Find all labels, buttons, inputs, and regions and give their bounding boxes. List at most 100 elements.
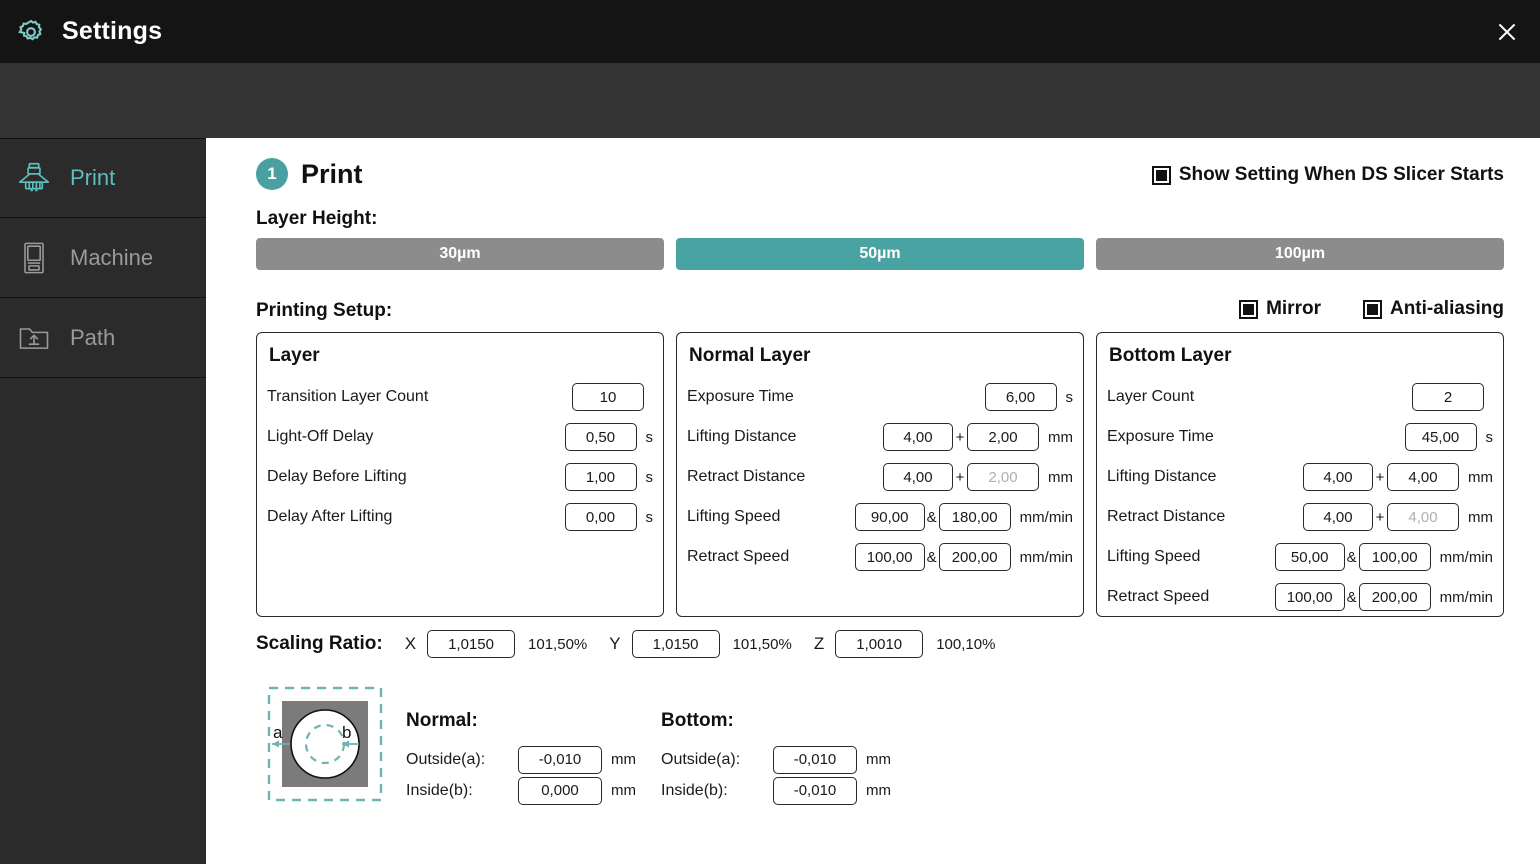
value-input[interactable]: 45,00 <box>1404 423 1477 451</box>
checkbox-box[interactable] <box>1151 165 1171 185</box>
checkbox-box[interactable] <box>1362 299 1382 319</box>
field-unit: mm <box>611 782 636 799</box>
layer-height-option-100[interactable]: 100µm <box>1096 238 1504 270</box>
field-values: 0,50 s <box>564 423 654 451</box>
compensation-normal-title: Normal: <box>406 710 478 731</box>
field-unit: s <box>645 428 654 446</box>
field-values: 45,00 s <box>1404 423 1493 451</box>
operator: & <box>926 548 937 566</box>
checkbox-label: Anti-aliasing <box>1389 298 1504 319</box>
field-label: Retract Distance <box>1107 508 1226 525</box>
value-input-2[interactable]: 200,00 <box>1358 583 1431 611</box>
mirror-checkbox[interactable]: Mirror <box>1239 298 1321 320</box>
layer-height-options: 30µm 50µm 100µm <box>256 238 1504 270</box>
field-exposure-time: Exposure Time 45,00 s <box>1107 417 1493 457</box>
anti-aliasing-checkbox[interactable]: Anti-aliasing <box>1362 298 1504 320</box>
field-label: Light-Off Delay <box>267 428 374 445</box>
field-unit: mm/min <box>1019 508 1073 526</box>
value-input-2[interactable]: 180,00 <box>938 503 1011 531</box>
value-input-1[interactable]: 4,00 <box>883 423 953 451</box>
main-content: 1 Print Show Setting When DS Slicer Star… <box>206 138 1540 864</box>
value-input-1[interactable]: 4,00 <box>883 463 953 491</box>
close-icon[interactable] <box>1488 13 1526 51</box>
scaling-percent-z: 100,10% <box>936 635 996 653</box>
field-lifting-speed: Lifting Speed 90,00 & 180,00 mm/min <box>687 497 1073 537</box>
value-input-1[interactable]: 4,00 <box>1303 503 1373 531</box>
field-label: Lifting Distance <box>1107 468 1217 485</box>
value-input[interactable]: 0,000 <box>518 776 602 805</box>
field-label: Delay After Lifting <box>267 508 393 525</box>
field-label: Inside(b): <box>661 781 728 799</box>
sidebar-item-print[interactable]: Print <box>0 138 206 218</box>
value-input[interactable]: 2 <box>1412 383 1484 411</box>
checkbox-label: Mirror <box>1266 298 1321 319</box>
compensation-bottom-title: Bottom: <box>661 710 734 731</box>
field-values: 4,00 + 4,00 mm <box>1303 503 1493 531</box>
field-label: Outside(a): <box>661 750 741 768</box>
diagram-label-b: b <box>342 723 351 742</box>
sidebar-item-machine[interactable]: Machine <box>0 218 206 298</box>
field-label: Inside(b): <box>406 781 473 799</box>
checkbox-box[interactable] <box>1239 299 1259 319</box>
value-input-2[interactable]: 4,00 <box>1387 463 1459 491</box>
compensation-normal: Normal: Outside(a): -0,010 mm Inside(b):… <box>406 710 636 806</box>
operator: + <box>955 468 965 486</box>
printing-setup-panels: Layer Transition Layer Count 10 Light-Of… <box>256 332 1504 617</box>
show-setting-on-start-checkbox[interactable]: Show Setting When DS Slicer Starts <box>1151 164 1504 186</box>
panel-layer: Layer Transition Layer Count 10 Light-Of… <box>256 332 664 617</box>
value-input[interactable]: -0,010 <box>773 776 857 805</box>
value-input-2: 4,00 <box>1387 503 1459 531</box>
value-input-1[interactable]: 4,00 <box>1303 463 1373 491</box>
value-input-2[interactable]: 200,00 <box>938 543 1011 571</box>
field-lifting-distance: Lifting Distance 4,00 + 2,00 mm <box>687 417 1073 457</box>
operator: & <box>1346 548 1357 566</box>
layer-height-option-30[interactable]: 30µm <box>256 238 664 270</box>
value-input-2: 2,00 <box>967 463 1039 491</box>
value-input[interactable]: -0,010 <box>773 745 857 774</box>
layer-height-option-50[interactable]: 50µm <box>676 238 1084 270</box>
value-input[interactable]: 0,50 <box>564 423 637 451</box>
field-label: Retract Speed <box>1107 588 1210 605</box>
field-retract-speed: Retract Speed 100,00 & 200,00 mm/min <box>687 537 1073 577</box>
value-input-2[interactable]: 100,00 <box>1358 543 1431 571</box>
field-unit: mm <box>1468 508 1493 526</box>
window-title: Settings <box>62 17 163 45</box>
sidebar-item-path[interactable]: Path <box>0 298 206 378</box>
value-input-1[interactable]: 100,00 <box>1274 583 1345 611</box>
page-title: Print <box>301 158 363 189</box>
scaling-input-z[interactable]: 1,0010 <box>835 630 924 658</box>
value-input-1[interactable]: 90,00 <box>854 503 925 531</box>
value-input[interactable]: 6,00 <box>984 383 1057 411</box>
sidebar-item-label: Machine <box>70 244 154 270</box>
field-unit: mm/min <box>1439 588 1493 606</box>
field-unit: mm <box>1468 468 1493 486</box>
value-input-1[interactable]: 100,00 <box>854 543 925 571</box>
value-input[interactable]: 1,00 <box>564 463 637 491</box>
field-unit: mm <box>866 751 891 768</box>
scaling-input-y[interactable]: 1,0150 <box>631 630 720 658</box>
field-values: 10 <box>572 383 653 411</box>
checkbox-label: Show Setting When DS Slicer Starts <box>1178 164 1504 185</box>
field-values: 100,00 & 200,00 mm/min <box>854 543 1073 571</box>
sidebar-item-label: Print <box>70 165 116 190</box>
scaling-percent-x: 101,50% <box>528 635 588 653</box>
scaling-ratio-label: Scaling Ratio: <box>256 633 383 654</box>
field-label: Transition Layer Count <box>267 388 429 405</box>
field-retract-distance: Retract Distance 4,00 + 2,00 mm <box>687 457 1073 497</box>
compensation-diagram: a b <box>266 685 384 803</box>
layer-height-label: Layer Height: <box>256 208 378 229</box>
value-input[interactable]: -0,010 <box>518 745 602 774</box>
operator: + <box>955 428 965 446</box>
field-values: 100,00 & 200,00 mm/min <box>1274 583 1493 611</box>
field-lifting-distance: Lifting Distance 4,00 + 4,00 mm <box>1107 457 1493 497</box>
value-input[interactable]: 10 <box>572 383 644 411</box>
value-input-1[interactable]: 50,00 <box>1274 543 1345 571</box>
title-bar: Settings <box>0 0 1540 63</box>
field-unit: mm/min <box>1439 548 1493 566</box>
sidebar: Print Machine Path <box>0 138 206 864</box>
field-values: 4,00 + 2,00 mm <box>883 463 1073 491</box>
value-input-2[interactable]: 2,00 <box>967 423 1039 451</box>
value-input[interactable]: 0,00 <box>564 503 637 531</box>
scaling-input-x[interactable]: 1,0150 <box>427 630 516 658</box>
field-delay-after-lifting: Delay After Lifting 0,00 s <box>267 497 653 537</box>
